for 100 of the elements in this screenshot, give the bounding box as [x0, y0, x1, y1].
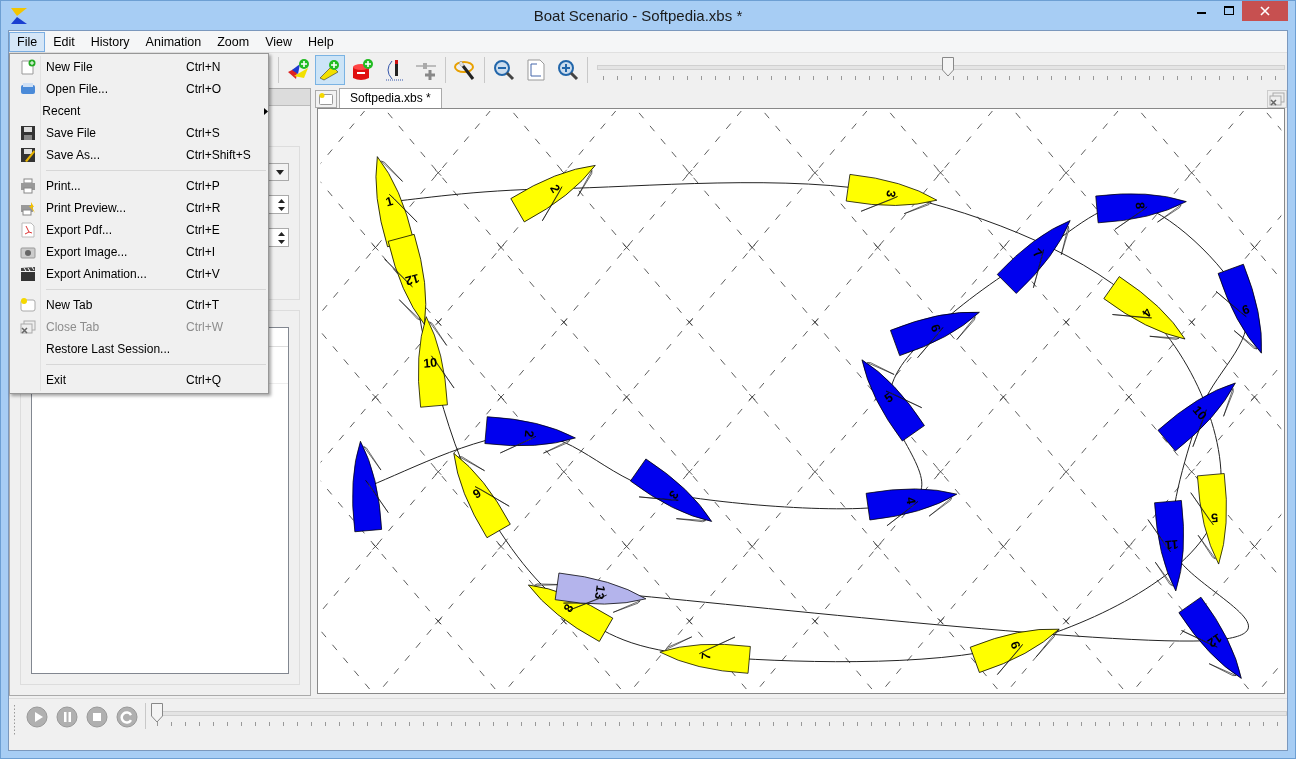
boat-number: 6 — [927, 322, 944, 334]
add-boat-icon — [318, 57, 342, 82]
zoom-out-icon — [492, 57, 516, 82]
boat-number: 12 — [403, 270, 421, 288]
menu-item[interactable]: Export Pdf... Ctrl+E — [10, 219, 268, 241]
menu-label: Save As... — [46, 148, 102, 162]
menu-item[interactable]: Save File Ctrl+S — [10, 122, 268, 144]
boat-number: 6 — [1007, 639, 1024, 651]
menu-label: Export Image... — [46, 245, 129, 259]
menu-item[interactable]: Edit — [45, 31, 83, 52]
menu-item[interactable]: Animation — [137, 31, 210, 52]
menu-item[interactable]: Restore Last Session... — [10, 338, 268, 360]
pause-icon — [56, 706, 78, 728]
shortcut-label: Ctrl+T — [186, 298, 219, 312]
floppy-pencil-icon — [20, 147, 36, 163]
shortcut-label: Ctrl+E — [186, 223, 220, 237]
menu-item[interactable]: Print... Ctrl+P — [10, 175, 268, 197]
page-icon — [524, 57, 548, 82]
menu-item[interactable]: Recent — [10, 100, 268, 122]
boat-number: 13 — [591, 584, 608, 601]
boat-number: 5 — [881, 390, 896, 406]
boat[interactable]: 6 — [969, 628, 1060, 675]
add-mark-icon — [350, 57, 374, 82]
menu-item[interactable]: File — [9, 31, 46, 52]
shortcut-label: Ctrl+Q — [186, 373, 221, 387]
window-title: Boat Scenario - Softpedia.xbs * — [532, 7, 744, 24]
spin-arrows-icon — [277, 229, 286, 246]
close-tab-button[interactable] — [1267, 90, 1287, 108]
menu-label: Save File — [46, 126, 98, 140]
boat-number: 7 — [699, 652, 714, 661]
menu-item[interactable]: New File Ctrl+N — [10, 56, 268, 78]
shortcut-label: Ctrl+V — [186, 267, 220, 281]
boat-number: 11 — [1164, 536, 1179, 553]
zoom-in-icon — [556, 57, 580, 82]
shortcut-label: Ctrl+P — [186, 179, 220, 193]
boat-number: 12 — [1204, 630, 1225, 650]
shortcut-label: Ctrl+W — [186, 320, 223, 334]
menu-item[interactable]: Zoom — [209, 31, 258, 52]
close-icon — [1260, 6, 1270, 16]
menu-item[interactable]: View — [257, 31, 301, 52]
menu-label: Export Animation... — [46, 267, 148, 281]
slider-track[interactable] — [597, 56, 1285, 83]
menu-label: New File — [46, 60, 94, 74]
stop-button[interactable] — [83, 703, 111, 731]
boat-number: 8 — [1132, 201, 1148, 210]
shortcut-label: Ctrl+R — [186, 201, 221, 215]
menu-item[interactable]: History — [82, 31, 138, 52]
boat-number: 4 — [903, 496, 919, 506]
boat[interactable]: 2 — [510, 165, 596, 223]
new-tab-icon — [20, 297, 36, 313]
boat-number: 3 — [883, 189, 899, 199]
menu-item[interactable]: Print Preview... Ctrl+R — [10, 197, 268, 219]
menu-label: Open File... — [46, 82, 110, 96]
menu-item[interactable]: Open File... Ctrl+O — [10, 78, 268, 100]
slider-thumb[interactable] — [941, 56, 954, 77]
camera-icon — [20, 244, 36, 260]
menu-label: New Tab — [46, 298, 94, 312]
new-tab-button[interactable] — [315, 90, 337, 108]
shortcut-label: Ctrl+O — [186, 82, 221, 96]
grip-icon — [13, 705, 16, 735]
reset-button[interactable] — [113, 703, 141, 731]
boat-number: 7 — [1029, 246, 1045, 261]
dropdown-arrow-icon — [276, 169, 284, 175]
shortcut-label: Ctrl+N — [186, 60, 221, 74]
boat[interactable]: 4 — [1103, 276, 1186, 340]
menu-item[interactable]: New Tab Ctrl+T — [10, 294, 268, 316]
slider-thumb[interactable] — [151, 703, 163, 723]
menu-item[interactable]: Export Animation... Ctrl+V — [10, 263, 268, 285]
printer-icon — [20, 178, 36, 194]
pdf-icon — [20, 222, 36, 238]
menu-label: Restore Last Session... — [46, 342, 172, 356]
menu-item[interactable]: Exit Ctrl+Q — [10, 369, 268, 391]
play-button[interactable] — [23, 703, 51, 731]
boat-number: 8 — [561, 601, 577, 615]
play-icon — [26, 706, 48, 728]
menu-label: Print... — [46, 179, 82, 193]
pause-button[interactable] — [53, 703, 81, 731]
boat-number: 10 — [1189, 403, 1210, 423]
boat[interactable] — [352, 440, 389, 533]
shortcut-label: Ctrl+S — [186, 126, 220, 140]
menu-label: Print Preview... — [46, 201, 128, 215]
close-tab-icon — [1269, 91, 1285, 107]
boat-number: 10 — [422, 355, 438, 371]
boat-number: 5 — [1210, 510, 1219, 525]
boat-number: 3 — [665, 487, 682, 502]
new-file-icon — [20, 59, 36, 75]
boat[interactable]: 12 — [384, 234, 427, 325]
printer-icon — [20, 81, 36, 97]
menu-item[interactable]: Save As... Ctrl+Shift+S — [10, 144, 268, 166]
slider-track[interactable] — [151, 703, 1287, 729]
menu-item[interactable]: Export Image... Ctrl+I — [10, 241, 268, 263]
menu-item[interactable]: Help — [300, 31, 342, 52]
maximize-icon — [1223, 6, 1234, 16]
document-tab[interactable]: Softpedia.xbs * — [339, 88, 442, 108]
new-tab-icon — [319, 93, 333, 105]
boat-number: 2 — [521, 429, 537, 438]
boat-number: 4 — [1139, 305, 1155, 320]
boat[interactable]: 9 — [453, 452, 511, 539]
shortcut-label: Ctrl+I — [186, 245, 215, 259]
shortcut-label: Ctrl+Shift+S — [186, 148, 251, 162]
